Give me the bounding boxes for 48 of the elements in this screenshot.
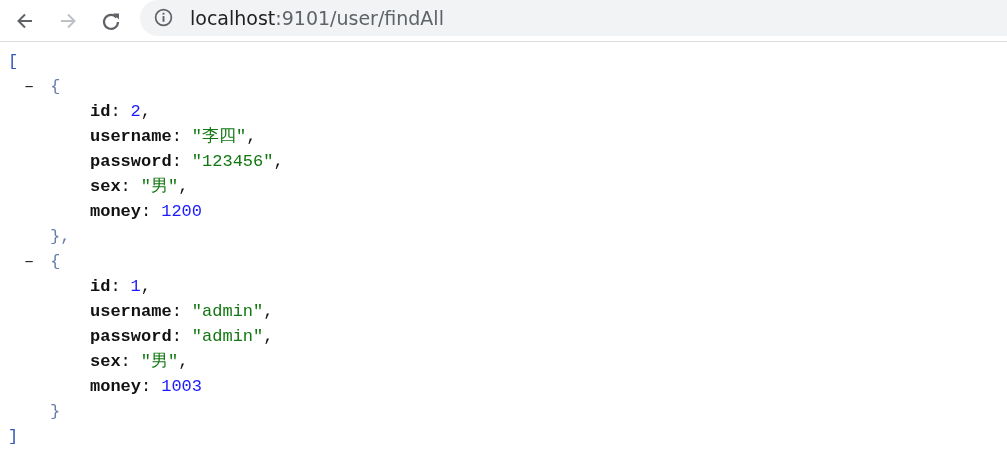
field-value: "男" [140, 177, 179, 196]
field-key: money [90, 202, 141, 221]
field-value: "admin" [191, 302, 264, 321]
comma: , [246, 127, 257, 146]
field-value: 2 [130, 102, 141, 121]
field-key: id [90, 277, 111, 296]
field-key: password [90, 152, 172, 171]
colon: : [141, 377, 152, 396]
colon: : [110, 102, 121, 121]
close-brace: } [50, 402, 61, 421]
field-key: username [90, 127, 172, 146]
colon: : [171, 152, 182, 171]
colon: : [171, 302, 182, 321]
field-key: username [90, 302, 172, 321]
collapse-toggle[interactable]: – [24, 252, 35, 271]
colon: : [171, 127, 182, 146]
field-value: "男" [140, 352, 179, 371]
field-value: 1 [130, 277, 141, 296]
field-key: money [90, 377, 141, 396]
open-bracket: [ [8, 52, 19, 71]
comma: , [263, 327, 274, 346]
field-value: 1003 [161, 377, 203, 396]
close-bracket: ] [8, 427, 19, 446]
field-key: id [90, 102, 111, 121]
colon: : [110, 277, 121, 296]
field-value: 1200 [161, 202, 203, 221]
field-key: password [90, 327, 172, 346]
close-brace: }, [50, 227, 71, 246]
info-icon [154, 8, 173, 27]
comma: , [178, 177, 189, 196]
field-value: "123456" [191, 152, 274, 171]
open-brace: { [50, 77, 61, 96]
field-value: "李四" [191, 127, 247, 146]
colon: : [120, 177, 131, 196]
comma: , [273, 152, 284, 171]
comma: , [140, 277, 151, 296]
comma: , [263, 302, 274, 321]
comma: , [140, 102, 151, 121]
field-value: "admin" [191, 327, 264, 346]
address-field[interactable]: localhost:9101/user/findAll [140, 0, 1007, 36]
colon: : [141, 202, 152, 221]
colon: : [120, 352, 131, 371]
collapse-toggle[interactable]: – [24, 77, 35, 96]
colon: : [171, 327, 182, 346]
field-key: sex [90, 352, 121, 371]
open-brace: { [50, 252, 61, 271]
comma: , [178, 352, 189, 371]
field-key: sex [90, 177, 121, 196]
